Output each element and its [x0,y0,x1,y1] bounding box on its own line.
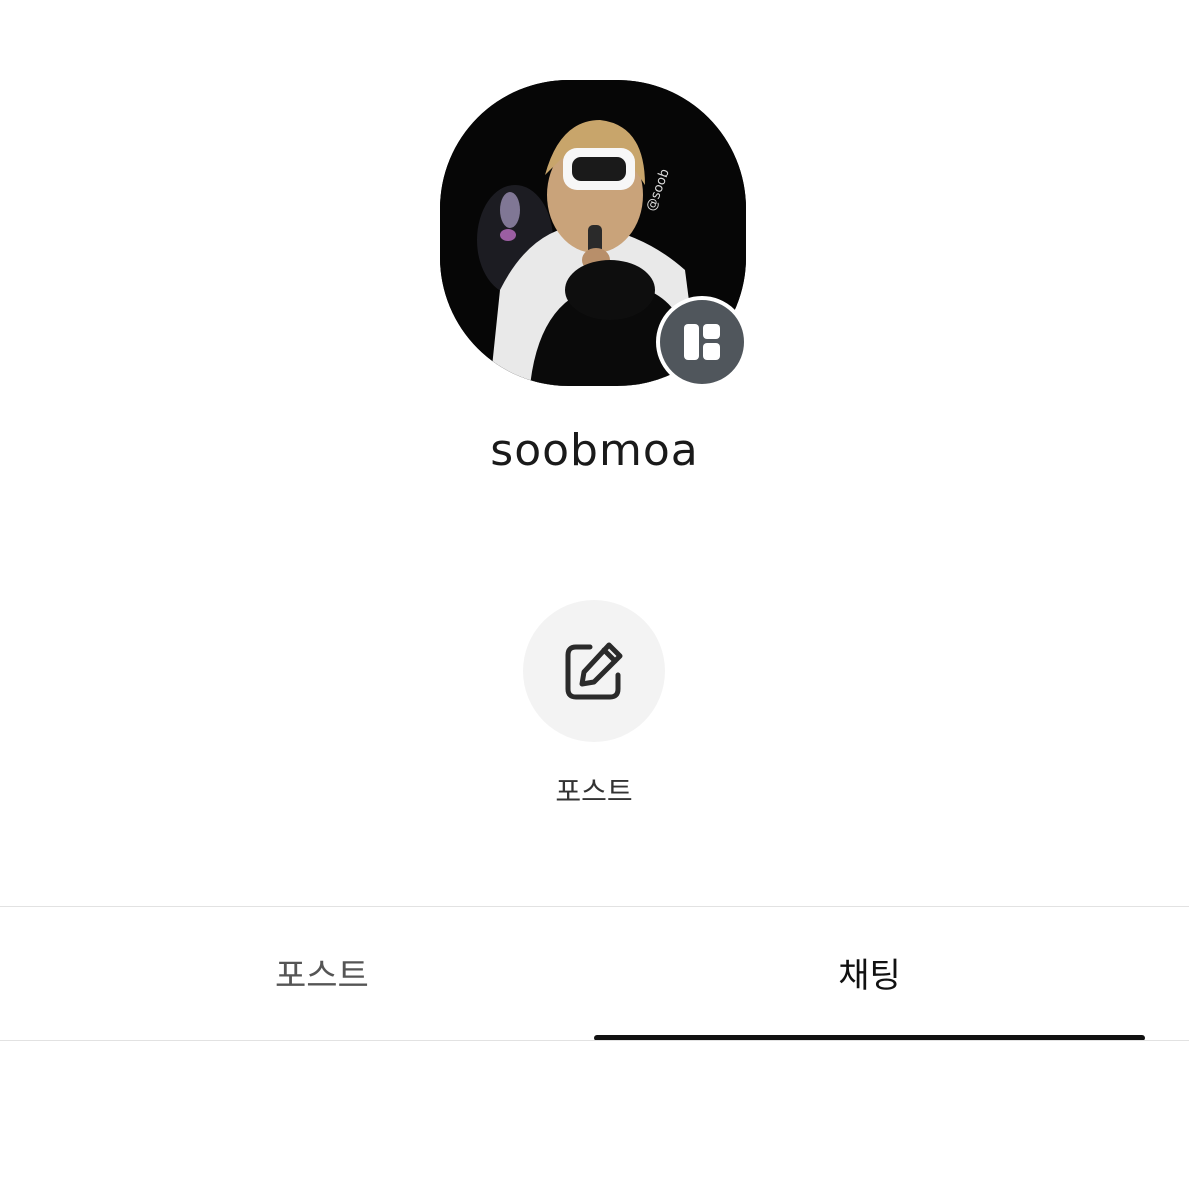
channel-badge [656,296,748,388]
post-action-circle[interactable] [523,600,665,742]
username: soobmoa [490,425,699,476]
channel-icon [684,324,720,360]
post-action-label: 포스트 [555,775,633,808]
edit-icon [565,642,623,700]
tab-chat[interactable]: 채팅 [594,907,1145,1037]
tabs-bottom-divider [0,1040,1189,1041]
tab-posts[interactable]: 포스트 [20,907,614,1037]
profile-photo-container[interactable]: @soob [440,80,750,390]
post-action-button[interactable]: 포스트 [509,600,679,820]
